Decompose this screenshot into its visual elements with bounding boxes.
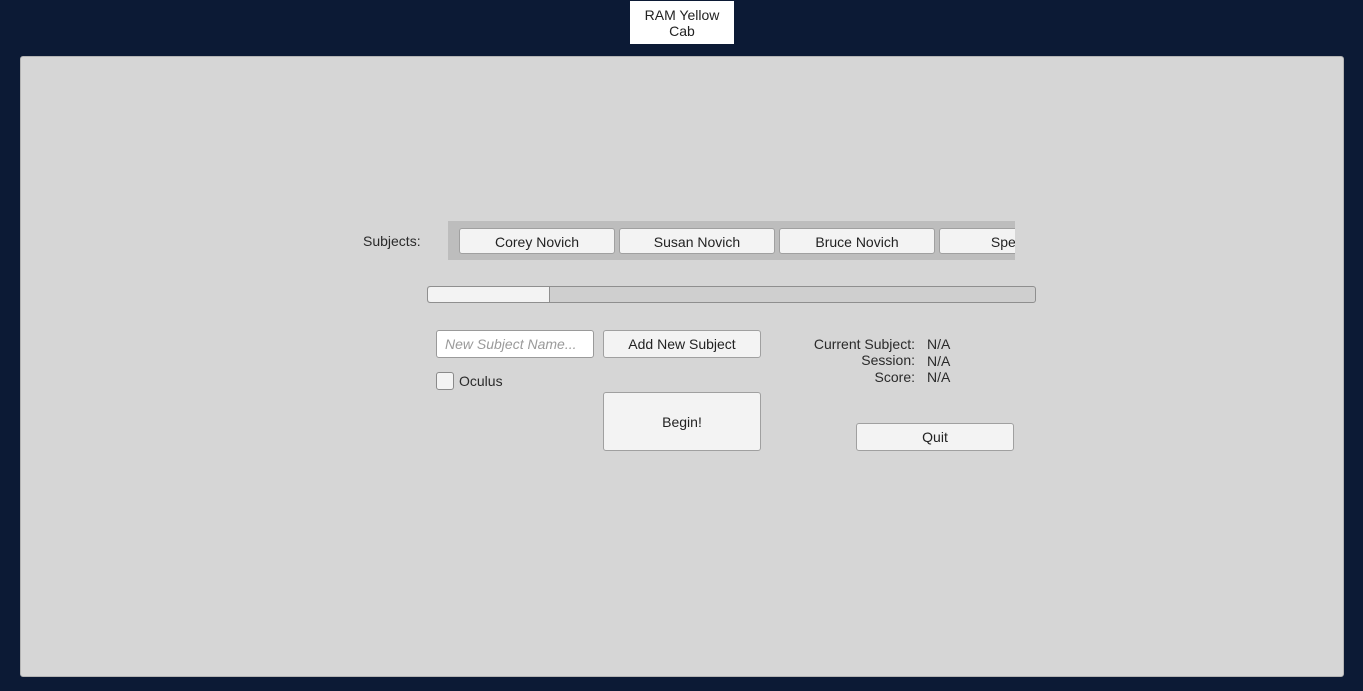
current-subject-value: N/A <box>927 336 951 352</box>
subjects-list[interactable]: Corey Novich Susan Novich Bruce Novich S… <box>448 221 1015 260</box>
oculus-label: Oculus <box>459 373 503 389</box>
app-title: RAM Yellow Cab <box>630 1 734 44</box>
session-value: N/A <box>927 352 951 369</box>
oculus-checkbox[interactable] <box>436 372 454 390</box>
begin-button[interactable]: Begin! <box>603 392 761 451</box>
subject-button-susan-novich[interactable]: Susan Novich <box>619 228 775 254</box>
subject-button-corey-novich[interactable]: Corey Novich <box>459 228 615 254</box>
subject-button-bruce-novich[interactable]: Bruce Novich <box>779 228 935 254</box>
subject-info-labels: Current Subject: Session: Score: <box>791 336 915 385</box>
subjects-label: Subjects: <box>363 233 421 249</box>
subject-info-values: N/A N/A N/A <box>927 336 950 386</box>
subjects-horizontal-scrollbar[interactable] <box>427 286 1036 303</box>
scrollbar-thumb[interactable] <box>428 287 550 302</box>
add-new-subject-button[interactable]: Add New Subject <box>603 330 761 358</box>
current-subject-label: Current Subject: <box>813 336 915 352</box>
score-label: Score: <box>874 368 915 385</box>
new-subject-name-input[interactable] <box>436 330 594 358</box>
subject-button-spencer[interactable]: Spencer <box>939 228 1015 254</box>
oculus-checkbox-row[interactable]: Oculus <box>436 372 503 390</box>
main-menu-panel: Subjects: Corey Novich Susan Novich Bruc… <box>20 56 1344 677</box>
quit-button[interactable]: Quit <box>856 423 1014 451</box>
session-label: Session: <box>861 352 915 369</box>
score-value: N/A <box>927 369 951 386</box>
